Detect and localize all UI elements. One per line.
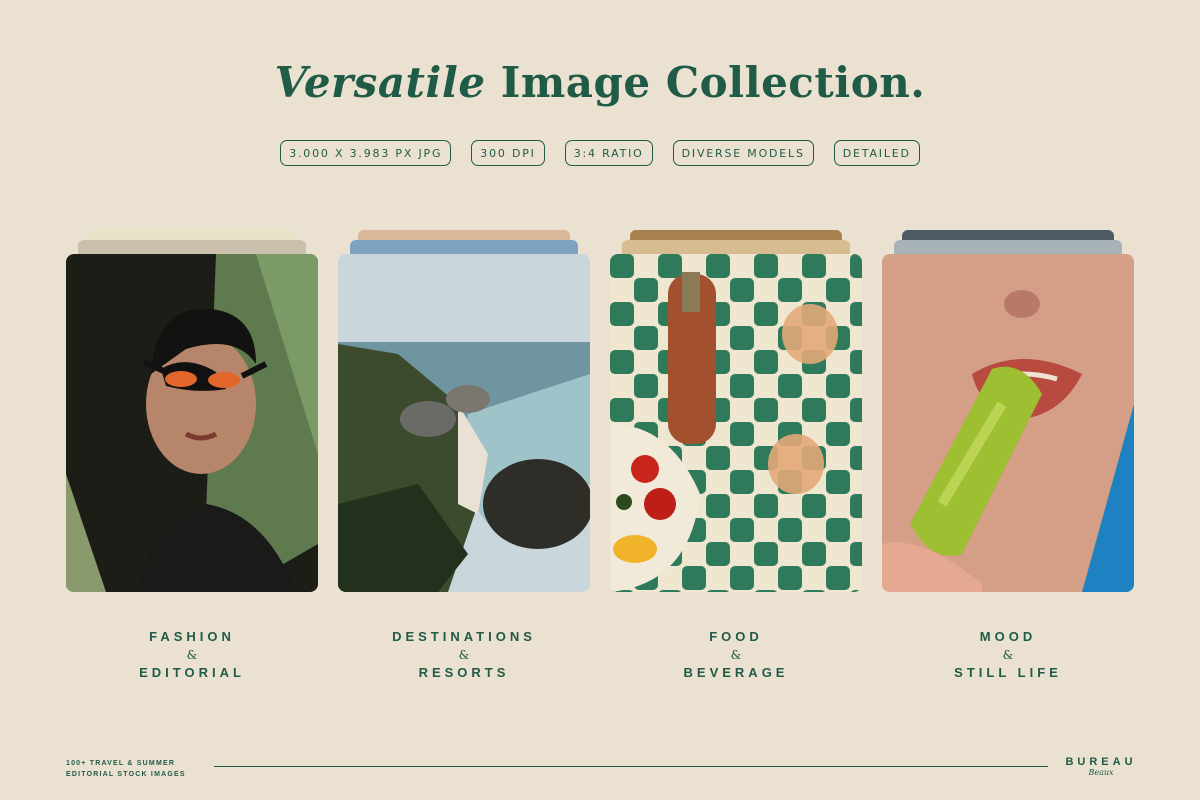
food-image <box>610 254 862 592</box>
label-line1: FASHION <box>149 629 235 644</box>
brand-logo: BUREAU Beaux <box>1064 756 1138 777</box>
footer-tagline: 100+ TRAVEL & SUMMER EDITORIAL STOCK IMA… <box>66 758 186 780</box>
label-ampersand: & <box>730 648 742 662</box>
card-fashion[interactable] <box>66 228 318 592</box>
card-food[interactable] <box>610 228 862 592</box>
footer-divider <box>214 766 1048 767</box>
label-ampersand: & <box>186 648 198 662</box>
card-destinations[interactable] <box>338 228 590 592</box>
tag-detailed: DETAILED <box>833 140 920 166</box>
card-stack-mid <box>622 240 850 254</box>
fashion-image <box>66 254 318 592</box>
title-italic: Versatile <box>274 58 486 107</box>
destinations-image <box>338 254 590 592</box>
label-food: FOOD & BEVERAGE <box>610 628 862 682</box>
spec-tags: 3.000 X 3.983 PX JPG 300 DPI 3:4 RATIO D… <box>0 140 1200 166</box>
tag-dpi: 300 DPI <box>471 140 545 166</box>
label-line1: MOOD <box>979 629 1037 644</box>
label-ampersand: & <box>458 648 470 662</box>
mood-image <box>882 254 1134 592</box>
tag-ratio: 3:4 RATIO <box>564 140 653 166</box>
brand-name: BUREAU <box>1065 756 1137 768</box>
label-destinations: DESTINATIONS & RESORTS <box>338 628 590 682</box>
label-fashion: FASHION & EDITORIAL <box>66 628 318 682</box>
footer-line-2: EDITORIAL STOCK IMAGES <box>66 771 186 778</box>
title-rest: Image Collection. <box>485 58 926 107</box>
card-stack-mid <box>78 240 306 254</box>
label-line1: FOOD <box>709 629 763 644</box>
footer-line-1: 100+ TRAVEL & SUMMER <box>66 760 176 767</box>
label-line2: EDITORIAL <box>139 665 245 680</box>
page-title: Versatile Image Collection. <box>0 58 1200 107</box>
label-mood: MOOD & STILL LIFE <box>882 628 1134 682</box>
brand-subtitle: Beaux <box>1088 768 1114 777</box>
card-mood[interactable] <box>882 228 1134 592</box>
card-stack-mid <box>894 240 1122 254</box>
label-line1: DESTINATIONS <box>392 629 536 644</box>
label-line2: BEVERAGE <box>683 665 789 680</box>
card-stack-mid <box>350 240 578 254</box>
label-ampersand: & <box>1002 648 1014 662</box>
label-line2: STILL LIFE <box>954 665 1062 680</box>
label-line2: RESORTS <box>418 665 510 680</box>
tag-models: DIVERSE MODELS <box>672 140 814 166</box>
tag-resolution: 3.000 X 3.983 PX JPG <box>280 140 452 166</box>
